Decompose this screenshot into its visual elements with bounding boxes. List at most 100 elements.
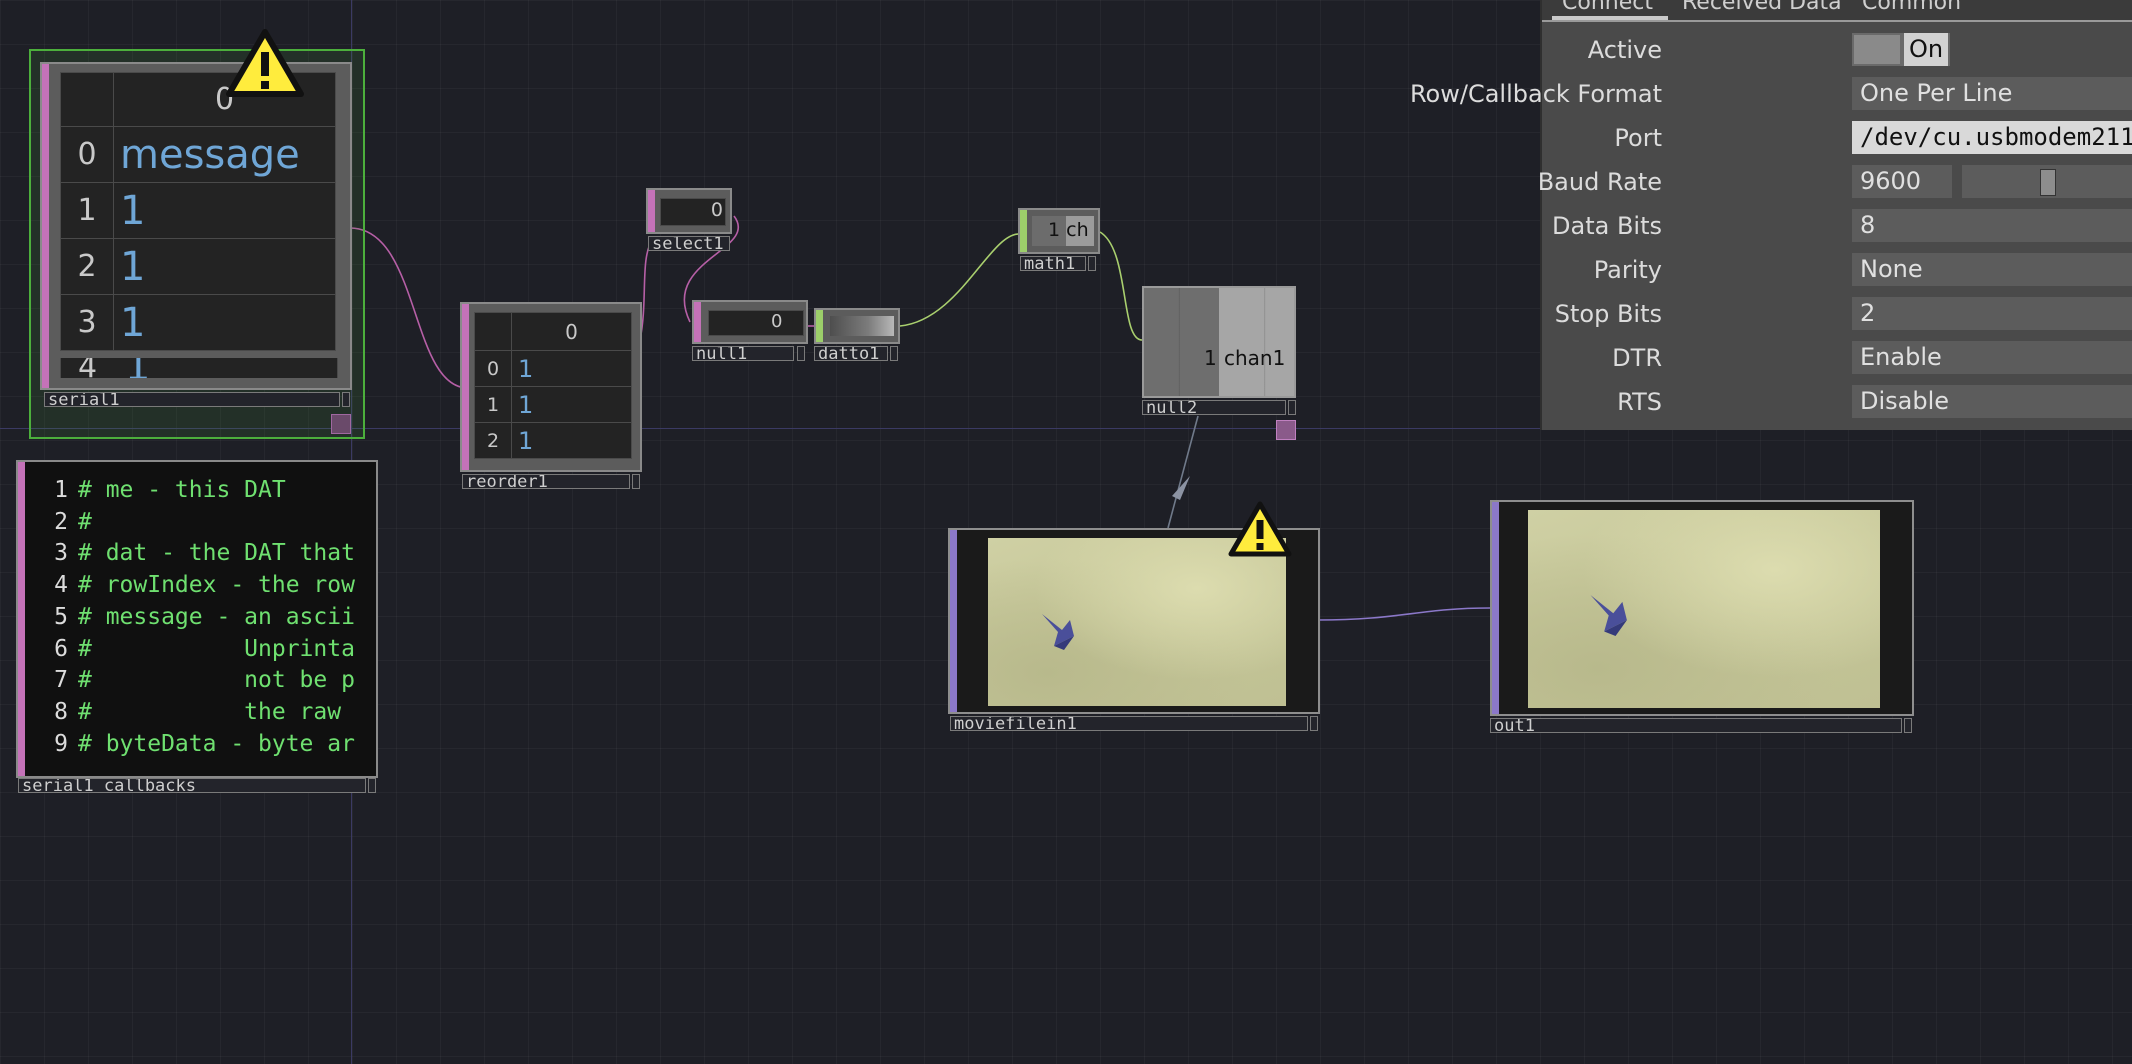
- dat-type-flag: [694, 302, 701, 342]
- out1-preview-image: [1528, 510, 1880, 708]
- wire-math1-null2: [1099, 231, 1143, 341]
- datto1-viewer-toggle[interactable]: [890, 346, 898, 361]
- math1-name-label[interactable]: math1: [1020, 256, 1086, 271]
- null2-viewer-toggle[interactable]: [1288, 400, 1296, 415]
- data-bits-menu[interactable]: 8: [1852, 209, 2132, 242]
- param-row-callback-format: Row/Callback Format One Per Line: [1410, 76, 2132, 116]
- code-line: 7 # not be p: [54, 667, 355, 694]
- reorder1-col-header: 0: [511, 312, 632, 351]
- reorder1-node[interactable]: 0 01 11 21: [460, 302, 642, 472]
- tab-common[interactable]: Common: [1862, 0, 1961, 15]
- param-parity: Parity None: [1542, 252, 2132, 292]
- param-data-bits: Data Bits 8: [1542, 208, 2132, 248]
- out1-name-label[interactable]: out1: [1490, 718, 1902, 733]
- param-baud-rate: Baud Rate 9600: [1538, 164, 2132, 204]
- select1-node[interactable]: 0: [646, 188, 732, 234]
- serial1-name-label[interactable]: serial1: [44, 392, 340, 407]
- toggle-knob: [1854, 35, 1900, 64]
- select1-name-label[interactable]: select1: [648, 236, 730, 251]
- code-line: 9 # byteData - byte ar: [54, 730, 355, 757]
- param-active: Active On: [1542, 32, 2132, 72]
- select1-preview: 0: [660, 198, 726, 226]
- reorder1-table: 0 01 11 21: [474, 312, 632, 459]
- stop-bits-menu[interactable]: 2: [1852, 297, 2132, 330]
- moviefilein1-preview-image: [988, 538, 1286, 706]
- rts-menu[interactable]: Disable: [1852, 385, 2132, 418]
- param-dtr: DTR Enable: [1542, 340, 2132, 380]
- moviefilein1-name-label[interactable]: moviefilein1: [950, 716, 1308, 731]
- code-line: 5 # message - an ascii: [54, 603, 355, 630]
- paper-crane-shape: [1042, 614, 1074, 650]
- serial1-callbacks-name-label[interactable]: serial1_callbacks: [18, 778, 366, 793]
- null1-name-label[interactable]: null1: [692, 346, 794, 361]
- param-label: Baud Rate: [1537, 168, 1662, 196]
- row-callback-format-menu[interactable]: One Per Line: [1852, 77, 2132, 110]
- null2-bypass-icon[interactable]: [1276, 420, 1296, 440]
- baud-rate-slider[interactable]: [1962, 165, 2132, 198]
- null1-viewer-toggle[interactable]: [797, 346, 805, 361]
- active-toggle[interactable]: On: [1852, 33, 1950, 66]
- param-label: Port: [1614, 124, 1662, 152]
- top-type-flag: [950, 530, 957, 712]
- chop-type-flag: [1020, 210, 1027, 252]
- reorder1-name-label[interactable]: reorder1: [462, 474, 630, 489]
- param-label: Stop Bits: [1554, 300, 1662, 328]
- port-field[interactable]: /dev/cu.usbmodem2111: [1852, 121, 2132, 154]
- wire-serial1-reorder1: [349, 227, 469, 389]
- serial1-warning-icon[interactable]: [226, 28, 304, 98]
- code-line: 6 # Unprinta: [54, 635, 355, 662]
- serial1-row-index: 0: [60, 126, 114, 183]
- null1-node[interactable]: 0: [692, 300, 808, 344]
- reorder1-viewer-toggle[interactable]: [632, 474, 640, 489]
- slider-handle[interactable]: [2040, 169, 2056, 196]
- param-label: Data Bits: [1552, 212, 1662, 240]
- reorder1-cell: 1: [511, 350, 632, 387]
- chop-type-flag: [816, 310, 823, 342]
- datto1-name-label[interactable]: datto1: [814, 346, 888, 361]
- serial1-node[interactable]: 0 0message 11 21 31 4 1: [40, 62, 352, 390]
- serial1-callbacks-viewer-toggle[interactable]: [368, 778, 376, 793]
- null2-name-label[interactable]: null2: [1142, 400, 1286, 415]
- datto1-node[interactable]: [814, 308, 900, 344]
- out1-viewer-toggle[interactable]: [1904, 718, 1912, 733]
- param-label: DTR: [1612, 344, 1662, 372]
- math1-viewer-toggle[interactable]: [1088, 256, 1096, 271]
- reorder1-cell: 1: [511, 422, 632, 459]
- datto1-preview: [830, 316, 894, 336]
- reorder1-row-index: 2: [474, 422, 512, 459]
- out1-node[interactable]: [1490, 500, 1914, 716]
- baud-rate-field[interactable]: 9600: [1852, 165, 1952, 198]
- serial1-cell: 1: [113, 182, 336, 239]
- null1-value: 0: [771, 311, 783, 332]
- dat-type-flag: [42, 64, 49, 388]
- serial1-callbacks-code: 1 # me - this DAT 2 # 3 # dat - the DAT tha…: [30, 470, 370, 770]
- serial1-bypass-icon[interactable]: [331, 414, 351, 434]
- moviefilein1-viewer-toggle[interactable]: [1310, 716, 1318, 731]
- reorder1-row-index: 1: [474, 386, 512, 423]
- parity-menu[interactable]: None: [1852, 253, 2132, 286]
- wire-arrowhead: [1172, 476, 1190, 500]
- null2-channel-name: chan1: [1224, 346, 1286, 370]
- wire-null2-moviefilein1: [1167, 415, 1199, 529]
- dat-type-flag: [18, 462, 25, 776]
- code-line: 2 #: [54, 508, 92, 535]
- serial1-viewer-toggle[interactable]: [342, 392, 350, 407]
- serial1-cell: 1: [113, 238, 336, 295]
- null2-node[interactable]: 1 chan1: [1142, 286, 1296, 398]
- null1-preview: 0: [708, 310, 804, 336]
- code-line: 3 # dat - the DAT that: [54, 540, 355, 567]
- serial1-cell: 1: [125, 358, 150, 378]
- tab-connect[interactable]: Connect: [1562, 0, 1653, 15]
- code-line: 8 # the raw: [54, 698, 342, 725]
- dtr-menu[interactable]: Enable: [1852, 341, 2132, 374]
- tab-received-data[interactable]: Received Data: [1682, 0, 1842, 15]
- param-label: Active: [1587, 36, 1662, 64]
- dat-type-flag: [648, 190, 655, 232]
- param-label: Row/Callback Format: [1409, 80, 1662, 108]
- math1-node[interactable]: 1 ch: [1018, 208, 1100, 254]
- active-tab-indicator: [1552, 16, 1668, 20]
- moviefilein1-warning-icon[interactable]: [1228, 500, 1292, 558]
- param-rts: RTS Disable: [1542, 384, 2132, 424]
- parameter-tabs: Connect Received Data Common: [1542, 0, 2132, 22]
- serial1-cell: message: [113, 126, 336, 183]
